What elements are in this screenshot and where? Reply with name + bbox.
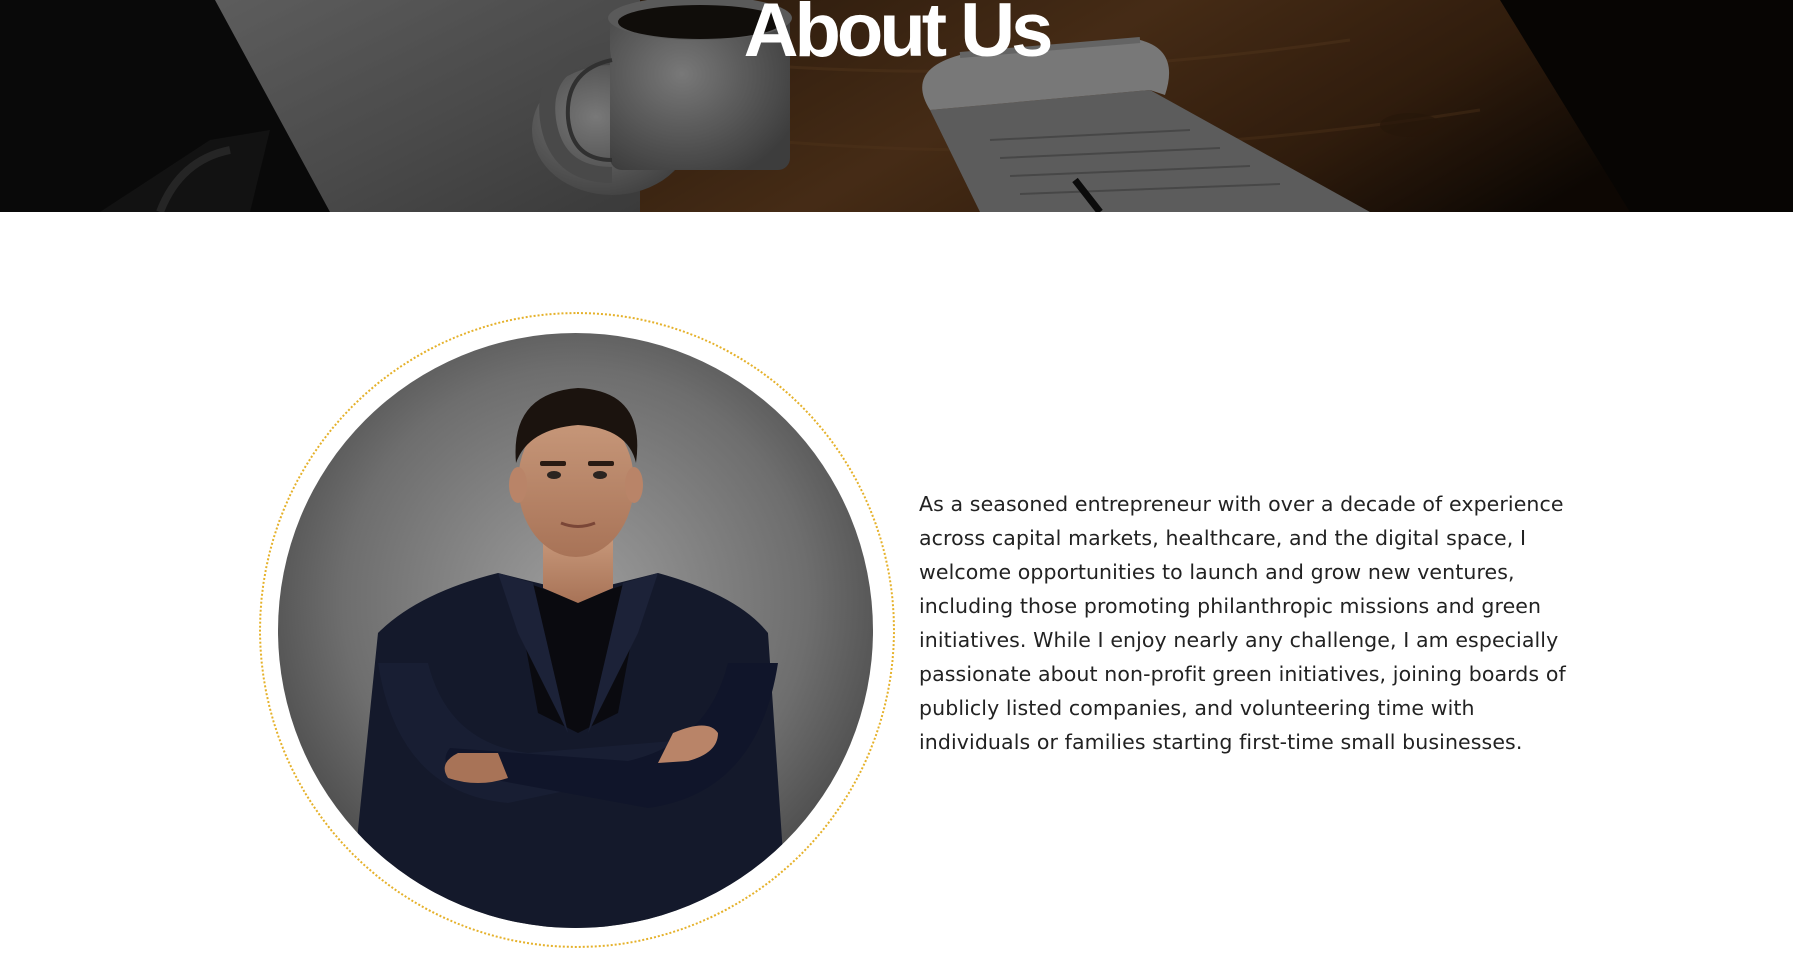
- profile-photo: [278, 333, 873, 928]
- about-section: As a seasoned entrepreneur with over a d…: [0, 212, 1793, 953]
- bio-paragraph: As a seasoned entrepreneur with over a d…: [919, 492, 1566, 754]
- page-title: About Us: [743, 0, 1054, 73]
- hero-banner: About Us: [0, 0, 1793, 212]
